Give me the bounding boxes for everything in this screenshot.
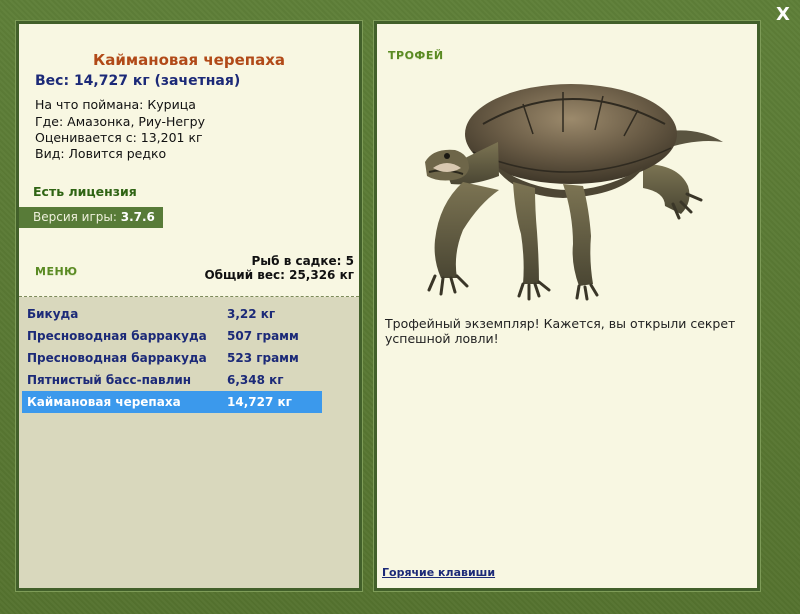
version-bar: Версия игры: 3.7.6 xyxy=(19,207,163,228)
catch-row[interactable]: Пресноводная барракуда 507 грамм xyxy=(22,325,322,347)
catch-name: Каймановая черепаха xyxy=(27,395,181,409)
catch-row-selected[interactable]: Каймановая черепаха 14,727 кг xyxy=(22,391,322,413)
catch-name: Бикуда xyxy=(27,307,79,321)
fish-weight: Вес: 14,727 кг (зачетная) xyxy=(35,73,241,89)
catch-row[interactable]: Пятнистый басс-павлин 6,348 кг xyxy=(22,369,322,391)
trophy-title: ТРОФЕЙ xyxy=(388,49,444,62)
catch-weight: 6,348 кг xyxy=(227,373,284,387)
catch-weight: 3,22 кг xyxy=(227,307,276,321)
list-divider xyxy=(19,296,359,297)
catch-name: Пресноводная барракуда xyxy=(27,329,207,343)
catch-list: Бикуда 3,22 кг Пресноводная барракуда 50… xyxy=(19,297,359,588)
license-status: Есть лицензия xyxy=(33,184,137,199)
catch-row[interactable]: Бикуда 3,22 кг xyxy=(22,303,322,325)
catch-name: Пятнистый басс-павлин xyxy=(27,373,192,387)
version-label: Версия игры: xyxy=(33,210,117,224)
keepnet-total-weight: Общий вес: 25,326 кг xyxy=(204,268,354,282)
close-button[interactable]: X xyxy=(772,4,794,26)
bait-info: На что поймана: Курица xyxy=(35,97,196,112)
kind-info: Вид: Ловится редко xyxy=(35,146,167,161)
keepnet-summary: Рыб в садке: 5 Общий вес: 25,326 кг xyxy=(204,254,354,282)
trophy-panel: ТРОФЕЙ Трофейный экземпляр! Кажется, вы … xyxy=(374,21,760,591)
catch-info-panel: Каймановая черепаха Вес: 14,727 кг (заче… xyxy=(16,21,362,591)
rated-from-info: Оценивается с: 13,201 кг xyxy=(35,130,203,145)
fish-name: Каймановая черепаха xyxy=(92,51,286,69)
location-info: Где: Амазонка, Риу-Негру xyxy=(35,114,205,129)
version-value: 3.7.6 xyxy=(120,210,155,224)
trophy-description: Трофейный экземпляр! Кажется, вы открыли… xyxy=(385,316,736,346)
catch-row[interactable]: Пресноводная барракуда 523 грамм xyxy=(22,347,322,369)
snapping-turtle-image xyxy=(425,84,723,301)
catch-weight: 507 грамм xyxy=(227,329,299,343)
catch-weight: 14,727 кг xyxy=(227,395,292,409)
catch-name: Пресноводная барракуда xyxy=(27,351,207,365)
menu-button[interactable]: МЕНЮ xyxy=(35,265,78,278)
hotkeys-link[interactable]: Горячие клавиши xyxy=(382,566,495,579)
keepnet-fish-count: Рыб в садке: 5 xyxy=(251,254,355,268)
catch-weight: 523 грамм xyxy=(227,351,299,365)
